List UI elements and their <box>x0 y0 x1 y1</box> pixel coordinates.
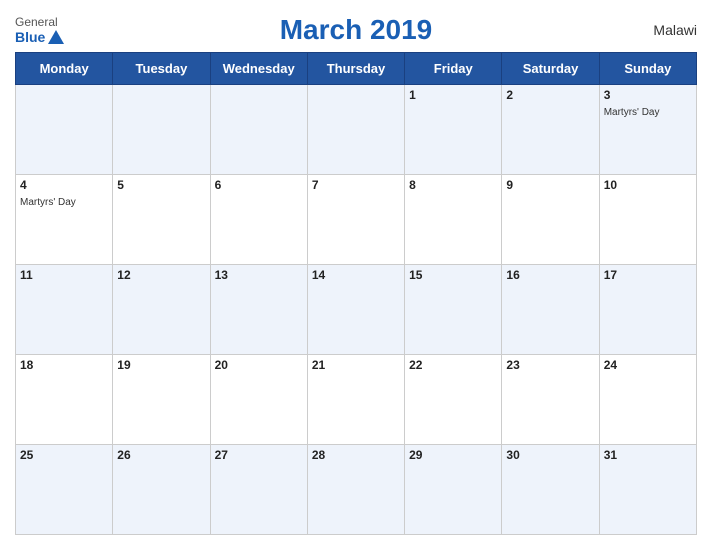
day-number: 29 <box>409 448 497 462</box>
day-number: 20 <box>215 358 303 372</box>
day-number: 25 <box>20 448 108 462</box>
week-row-1: 123 Martyrs' Day <box>16 85 697 175</box>
calendar-cell: 21 <box>307 355 404 445</box>
day-number: 10 <box>604 178 692 192</box>
calendar-cell: 29 <box>405 445 502 535</box>
weekday-header-saturday: Saturday <box>502 53 599 85</box>
day-number: 4 <box>20 178 108 192</box>
day-number: 9 <box>506 178 594 192</box>
week-row-2: 4 Martyrs' Day 56789 10 <box>16 175 697 265</box>
logo-blue-text: Blue <box>15 29 64 45</box>
calendar-table: MondayTuesdayWednesdayThursdayFridaySatu… <box>15 52 697 535</box>
calendar-cell: 24 <box>599 355 696 445</box>
day-number: 6 <box>215 178 303 192</box>
weekday-header-thursday: Thursday <box>307 53 404 85</box>
week-row-5: 25 26 27 28 29 30 31 <box>16 445 697 535</box>
day-number: 30 <box>506 448 594 462</box>
country-label: Malawi <box>653 22 697 38</box>
calendar-cell: 27 <box>210 445 307 535</box>
day-number: 19 <box>117 358 205 372</box>
calendar-cell: 14 <box>307 265 404 355</box>
day-number: 17 <box>604 268 692 282</box>
calendar-cell: 4 Martyrs' Day <box>16 175 113 265</box>
event-label: Martyrs' Day <box>604 107 660 118</box>
calendar-cell: 12 <box>113 265 210 355</box>
calendar-cell <box>210 85 307 175</box>
day-number: 5 <box>117 178 205 192</box>
calendar-cell: 31 <box>599 445 696 535</box>
weekday-header-tuesday: Tuesday <box>113 53 210 85</box>
calendar-cell: 9 <box>502 175 599 265</box>
logo-general-text: General <box>15 15 58 29</box>
weekday-header-friday: Friday <box>405 53 502 85</box>
day-number: 2 <box>506 88 594 102</box>
weekday-header-sunday: Sunday <box>599 53 696 85</box>
calendar-cell: 19 <box>113 355 210 445</box>
calendar-cell: 23 <box>502 355 599 445</box>
calendar-cell: 30 <box>502 445 599 535</box>
day-number: 3 <box>604 88 692 102</box>
logo-triangle-icon <box>48 30 64 44</box>
day-number: 11 <box>20 268 108 282</box>
day-number: 23 <box>506 358 594 372</box>
day-number: 16 <box>506 268 594 282</box>
page-title: March 2019 <box>280 14 433 46</box>
day-number: 18 <box>20 358 108 372</box>
calendar-cell: 7 <box>307 175 404 265</box>
calendar-cell: 13 <box>210 265 307 355</box>
day-number: 27 <box>215 448 303 462</box>
day-number: 7 <box>312 178 400 192</box>
weekday-header-wednesday: Wednesday <box>210 53 307 85</box>
calendar-cell: 10 <box>599 175 696 265</box>
week-row-4: 18 19 20 21 22 23 24 <box>16 355 697 445</box>
event-label: Martyrs' Day <box>20 197 76 208</box>
calendar-cell: 6 <box>210 175 307 265</box>
day-number: 26 <box>117 448 205 462</box>
calendar-cell: 22 <box>405 355 502 445</box>
day-number: 8 <box>409 178 497 192</box>
calendar-cell: 3 Martyrs' Day <box>599 85 696 175</box>
calendar-cell: 28 <box>307 445 404 535</box>
calendar-cell: 16 <box>502 265 599 355</box>
calendar-cell: 15 <box>405 265 502 355</box>
day-number: 15 <box>409 268 497 282</box>
day-number: 1 <box>409 88 497 102</box>
calendar-cell: 11 <box>16 265 113 355</box>
day-number: 21 <box>312 358 400 372</box>
day-number: 13 <box>215 268 303 282</box>
day-number: 22 <box>409 358 497 372</box>
week-row-3: 11 12 13 14 15 16 17 <box>16 265 697 355</box>
calendar-cell: 17 <box>599 265 696 355</box>
calendar-cell: 8 <box>405 175 502 265</box>
day-number: 28 <box>312 448 400 462</box>
calendar-cell: 18 <box>16 355 113 445</box>
calendar-cell <box>113 85 210 175</box>
calendar-cell: 20 <box>210 355 307 445</box>
calendar-cell: 2 <box>502 85 599 175</box>
day-number: 31 <box>604 448 692 462</box>
calendar-cell <box>16 85 113 175</box>
weekday-header-row: MondayTuesdayWednesdayThursdayFridaySatu… <box>16 53 697 85</box>
calendar-header: General Blue March 2019 Malawi <box>15 10 697 46</box>
calendar-cell <box>307 85 404 175</box>
logo: General Blue <box>15 15 64 45</box>
calendar-cell: 25 <box>16 445 113 535</box>
day-number: 12 <box>117 268 205 282</box>
calendar-cell: 26 <box>113 445 210 535</box>
day-number: 24 <box>604 358 692 372</box>
weekday-header-monday: Monday <box>16 53 113 85</box>
calendar-cell: 1 <box>405 85 502 175</box>
calendar-cell: 5 <box>113 175 210 265</box>
day-number: 14 <box>312 268 400 282</box>
